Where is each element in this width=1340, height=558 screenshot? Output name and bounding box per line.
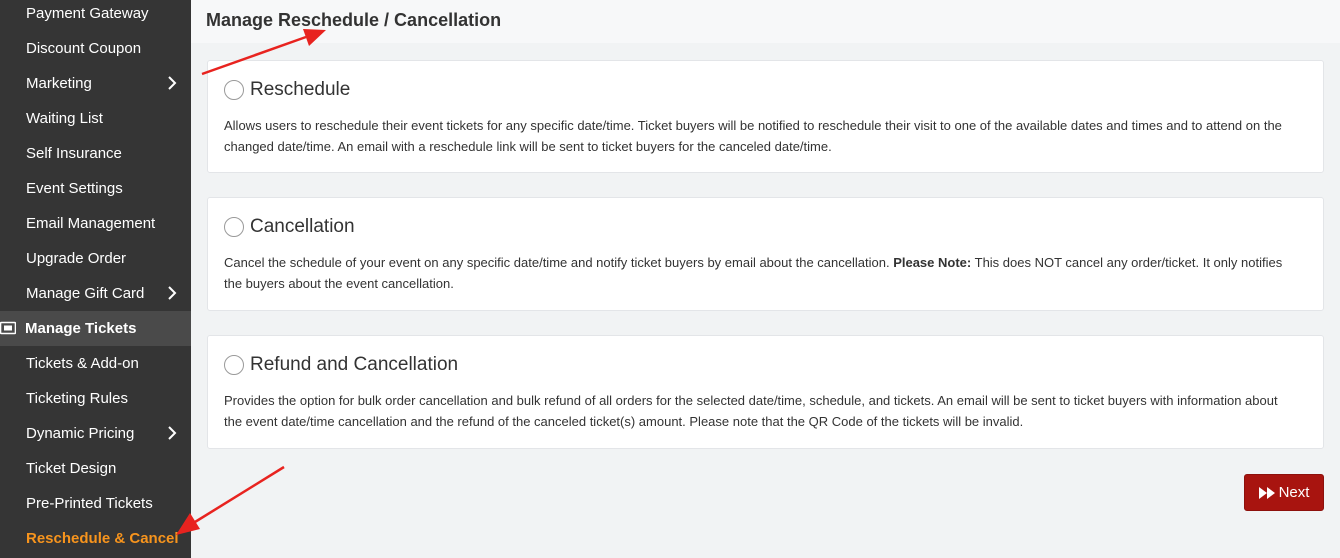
sidebar-item-upgrade-order[interactable]: Upgrade Order: [0, 241, 191, 276]
option-description: Allows users to reschedule their event t…: [224, 118, 1282, 154]
sidebar-item-label: Email Management: [26, 215, 156, 232]
refund-and-cancellation-option[interactable]: Refund and Cancellation: [224, 354, 458, 376]
sidebar-item-label: Reschedule & Cancel: [26, 530, 179, 547]
sidebar-item-ticketing-rules[interactable]: Ticketing Rules: [0, 381, 191, 416]
sidebar-item-label: Waiting List: [26, 110, 103, 127]
sidebar-item-label: Marketing: [26, 75, 92, 92]
next-button[interactable]: Next: [1244, 474, 1324, 511]
sidebar-item-label: Ticketing Rules: [26, 390, 128, 407]
cancellation-radio[interactable]: [224, 217, 244, 237]
option-description: Cancel the schedule of your event on any…: [224, 252, 1295, 294]
page-title: Manage Reschedule / Cancellation: [206, 10, 502, 30]
option-label: Reschedule: [250, 79, 351, 100]
sidebar-item-label: Self Insurance: [26, 145, 122, 162]
sidebar-item-tickets-add-on[interactable]: Tickets & Add-on: [0, 346, 191, 381]
sidebar-item-waiting-list[interactable]: Waiting List: [0, 101, 191, 136]
ticket-icon: [0, 321, 16, 335]
sidebar-item-marketing[interactable]: Marketing: [0, 66, 191, 101]
sidebar-item-label: Dynamic Pricing: [26, 425, 135, 442]
sidebar-item-pre-printed-tickets[interactable]: Pre-Printed Tickets: [0, 486, 191, 521]
sidebar-item-manage-gift-card[interactable]: Manage Gift Card: [0, 276, 191, 311]
option-card-refund-and-cancellation: Refund and Cancellation Provides the opt…: [207, 335, 1324, 449]
sidebar-item-self-insurance[interactable]: Self Insurance: [0, 136, 191, 171]
reschedule-option[interactable]: Reschedule: [224, 79, 350, 101]
sidebar-item-discount-coupon[interactable]: Discount Coupon: [0, 31, 191, 66]
sidebar-item-label: Ticket Design: [26, 460, 117, 477]
cancellation-option[interactable]: Cancellation: [224, 216, 355, 238]
please-note-label: Please Note:: [893, 255, 972, 270]
sidebar-section-label: Manage Tickets: [25, 320, 137, 337]
refund-and-cancellation-radio[interactable]: [224, 355, 244, 375]
sidebar-item-label: Pre-Printed Tickets: [26, 495, 153, 512]
description-text: Cancel the schedule of your event on any…: [224, 255, 890, 270]
sidebar-item-label: Payment Gateway: [26, 5, 149, 22]
chevron-right-icon: [168, 286, 177, 300]
sidebar-item-label: Tickets & Add-on: [26, 355, 139, 372]
chevron-right-icon: [168, 426, 177, 440]
sidebar-item-dynamic-pricing[interactable]: Dynamic Pricing: [0, 416, 191, 451]
sidebar: Payment Gateway Discount Coupon Marketin…: [0, 0, 191, 558]
sidebar-item-email-management[interactable]: Email Management: [0, 206, 191, 241]
sidebar-item-reschedule-cancel[interactable]: Reschedule & Cancel: [0, 521, 191, 556]
option-label: Cancellation: [250, 216, 355, 237]
next-button-label: Next: [1278, 484, 1310, 501]
sidebar-item-label: Event Settings: [26, 180, 123, 197]
sidebar-item-payment-gateway[interactable]: Payment Gateway: [0, 0, 191, 31]
sidebar-section-manage-tickets[interactable]: Manage Tickets: [0, 311, 191, 346]
page-header: Manage Reschedule / Cancellation: [191, 0, 1340, 43]
sidebar-item-event-settings[interactable]: Event Settings: [0, 171, 191, 206]
option-card-reschedule: Reschedule Allows users to reschedule th…: [207, 60, 1324, 173]
sidebar-item-label: Upgrade Order: [26, 250, 127, 267]
option-card-cancellation: Cancellation Cancel the schedule of your…: [207, 197, 1324, 311]
reschedule-radio[interactable]: [224, 80, 244, 100]
option-description: Provides the option for bulk order cance…: [224, 393, 1278, 429]
sidebar-item-ticket-design[interactable]: Ticket Design: [0, 451, 191, 486]
fast-forward-icon: [1258, 486, 1275, 499]
sidebar-item-label: Discount Coupon: [26, 40, 142, 57]
main-content: Manage Reschedule / Cancellation Resched…: [191, 0, 1340, 558]
sidebar-item-label: Manage Gift Card: [26, 285, 145, 302]
option-label: Refund and Cancellation: [250, 354, 459, 375]
chevron-right-icon: [168, 76, 177, 90]
